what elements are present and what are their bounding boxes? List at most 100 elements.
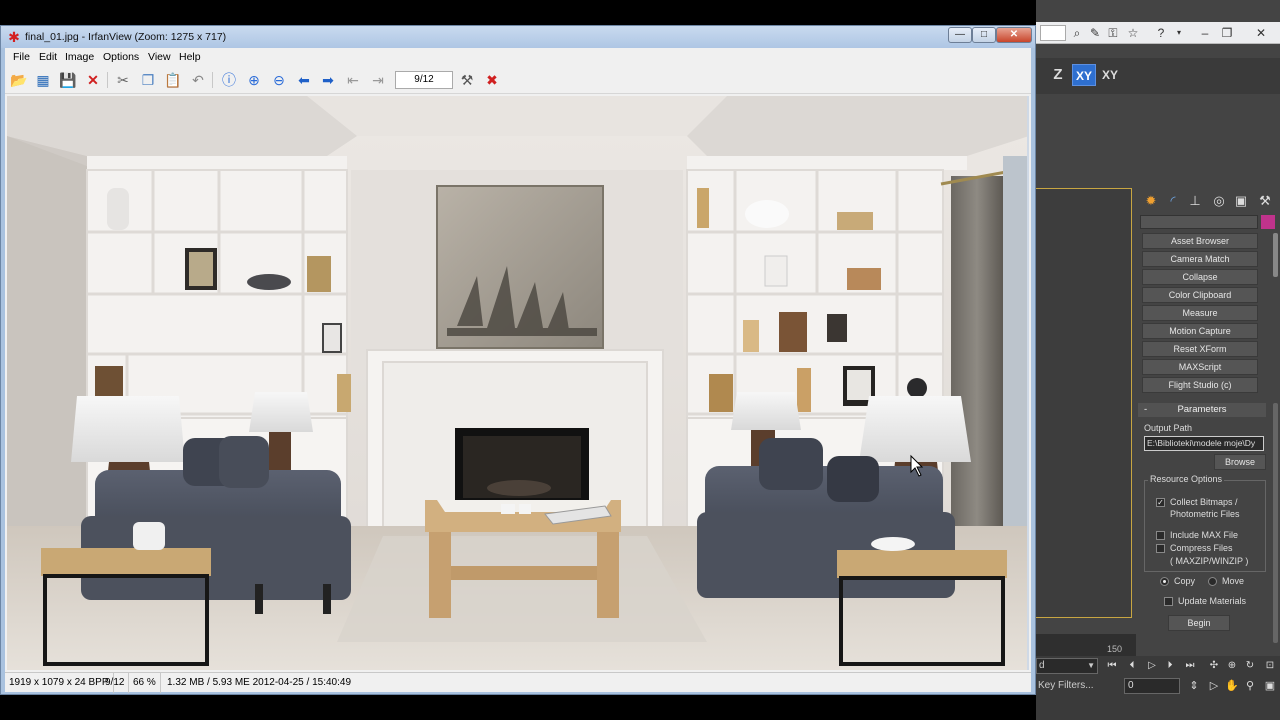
delete-icon[interactable]: ✕ [83, 71, 103, 89]
go-to-end-icon[interactable]: ⏭ [1182, 658, 1198, 674]
utility-maxscript-button[interactable]: MAXScript [1142, 359, 1258, 375]
utility-measure-button[interactable]: Measure [1142, 305, 1258, 321]
help-icon[interactable]: ? [1154, 26, 1168, 40]
copy-radio[interactable] [1160, 577, 1169, 586]
axis-xy-cycle-button[interactable]: XY [1098, 64, 1122, 86]
maximize-button[interactable]: □ [972, 27, 996, 43]
title-bar[interactable]: ✱ final_01.jpg - IrfanView (Zoom: 1275 x… [1, 26, 1035, 48]
utility-collapse-button[interactable]: Collapse [1142, 269, 1258, 285]
maximize-viewport-icon[interactable]: ⊡ [1262, 658, 1278, 674]
previous-icon[interactable]: ⬅ [294, 71, 314, 89]
menu-help[interactable]: Help [179, 50, 201, 64]
utility-motion-capture-button[interactable]: Motion Capture [1142, 323, 1258, 339]
menu-edit[interactable]: Edit [39, 50, 57, 64]
toolbar-separator [107, 72, 108, 88]
parameters-title: Parameters [1177, 404, 1227, 415]
play-icon[interactable]: ▷ [1144, 658, 1160, 674]
open-icon[interactable]: 📂 [9, 71, 29, 89]
next-icon[interactable]: ➡ [318, 71, 338, 89]
update-materials-checkbox[interactable] [1164, 597, 1173, 606]
properties-icon[interactable]: ⚒ [457, 71, 477, 89]
output-path-field[interactable]: E:\Biblioteki\modele moje\Dy [1144, 436, 1264, 451]
hierarchy-tab-icon[interactable]: ⊥ [1186, 192, 1204, 210]
parameters-rollout-header[interactable]: - Parameters [1138, 403, 1266, 417]
timeline-end-frame: 150 [1106, 644, 1122, 654]
save-icon[interactable]: 💾 [58, 71, 78, 89]
motion-tab-icon[interactable]: ◎ [1210, 192, 1228, 210]
axis-z-button[interactable]: Z [1050, 64, 1066, 86]
create-tab-icon[interactable]: ✹ [1142, 192, 1160, 210]
hand-pan-icon[interactable]: ✋ [1224, 678, 1240, 694]
cut-icon[interactable]: ✂ [113, 71, 133, 89]
compress-files-sublabel: ( MAXZIP/WINZIP ) [1170, 556, 1249, 566]
tools-icon[interactable]: ✎ [1088, 26, 1102, 40]
copy-icon[interactable]: ❐ [138, 71, 158, 89]
object-color-swatch[interactable] [1261, 215, 1275, 229]
time-slider[interactable]: 150 [1036, 634, 1136, 656]
help-dropdown-icon[interactable]: ▾ [1172, 26, 1186, 40]
zoom-out-icon[interactable]: ⊖ [269, 71, 289, 89]
zoom-in-icon[interactable]: ⊕ [244, 71, 264, 89]
binoculars-icon[interactable]: ⌕ [1070, 26, 1084, 40]
axis-xy-button[interactable]: XY [1072, 64, 1096, 86]
menu-file[interactable]: File [13, 50, 30, 64]
paste-icon[interactable]: 📋 [163, 71, 183, 89]
menu-options[interactable]: Options [103, 50, 139, 64]
info-icon[interactable]: ⓘ [219, 71, 239, 89]
key-filters-button[interactable]: Key Filters... [1036, 678, 1106, 694]
key-icon[interactable]: ⚿ [1106, 26, 1120, 40]
utility-reset-xform-button[interactable]: Reset XForm [1142, 341, 1258, 357]
browse-button[interactable]: Browse [1214, 454, 1266, 470]
utility-camera-match-button[interactable]: Camera Match [1142, 251, 1258, 267]
collect-bitmaps-checkbox[interactable]: ✓ [1156, 498, 1165, 507]
utility-flight-studio-button[interactable]: Flight Studio (c) [1142, 377, 1258, 393]
zoom-extents-icon[interactable]: ⊕ [1224, 658, 1240, 674]
exit-icon[interactable]: ✖ [482, 71, 502, 89]
move-radio[interactable] [1208, 577, 1217, 586]
displayed-image[interactable] [7, 96, 1029, 670]
menu-view[interactable]: View [148, 50, 171, 64]
max-search-box[interactable] [1040, 25, 1066, 41]
thumbnails-icon[interactable]: ▦ [33, 71, 53, 89]
display-tab-icon[interactable]: ▣ [1232, 192, 1250, 210]
page-indicator[interactable]: 9/12 [395, 71, 453, 89]
star-icon[interactable]: ☆ [1126, 26, 1140, 40]
utility-color-clipboard-button[interactable]: Color Clipboard [1142, 287, 1258, 303]
modify-tab-icon[interactable]: ◜ [1164, 192, 1182, 210]
move-label: Move [1222, 576, 1245, 586]
command-panel-scrollbar[interactable] [1273, 233, 1278, 277]
max-minimize-icon[interactable]: – [1198, 26, 1212, 40]
last-page-icon[interactable]: ⇥ [368, 71, 388, 89]
begin-button[interactable]: Begin [1168, 615, 1230, 631]
orbit-icon[interactable]: ↻ [1242, 658, 1258, 674]
utility-asset-browser-button[interactable]: Asset Browser [1142, 233, 1258, 249]
collect-bitmaps-label: Collect Bitmaps / Photometric Files [1170, 497, 1240, 519]
toolbar-separator [212, 72, 213, 88]
close-button[interactable]: ✕ [996, 27, 1032, 43]
active-viewport[interactable] [1036, 188, 1132, 618]
undo-icon[interactable]: ↶ [188, 71, 208, 89]
image-scrollbar[interactable] [1027, 96, 1029, 670]
menu-image[interactable]: Image [65, 50, 94, 64]
next-frame-icon[interactable]: ⏵ [1162, 658, 1178, 674]
first-page-icon[interactable]: ⇤ [343, 71, 363, 89]
rollout-scrollbar[interactable] [1273, 403, 1278, 643]
go-to-start-icon[interactable]: ⏮ [1104, 658, 1120, 674]
object-name-field[interactable] [1140, 215, 1258, 229]
minimize-button[interactable]: — [948, 27, 972, 43]
walkthrough-icon[interactable]: ⚲ [1242, 678, 1258, 694]
min-max-toggle-icon[interactable]: ▣ [1262, 678, 1278, 694]
utilities-tab-icon[interactable]: ⚒ [1256, 192, 1274, 210]
pan-view-icon[interactable]: ✣ [1206, 658, 1222, 674]
current-frame-field[interactable]: 0 [1124, 678, 1180, 694]
max-restore-icon[interactable]: ❐ [1220, 26, 1234, 40]
irfanview-app-icon[interactable]: ✱ [7, 30, 21, 44]
selection-set-dropdown[interactable]: d ▼ [1036, 658, 1098, 674]
include-max-file-checkbox[interactable] [1156, 531, 1165, 540]
previous-frame-icon[interactable]: ⏴ [1124, 658, 1140, 674]
spinner-icon[interactable]: ⇕ [1186, 678, 1202, 694]
field-of-view-icon[interactable]: ▷ [1206, 678, 1222, 694]
compress-files-checkbox[interactable] [1156, 544, 1165, 553]
axis-constraints-toolbar: Z XY XY [1036, 58, 1280, 94]
max-close-icon[interactable]: ✕ [1254, 26, 1268, 40]
